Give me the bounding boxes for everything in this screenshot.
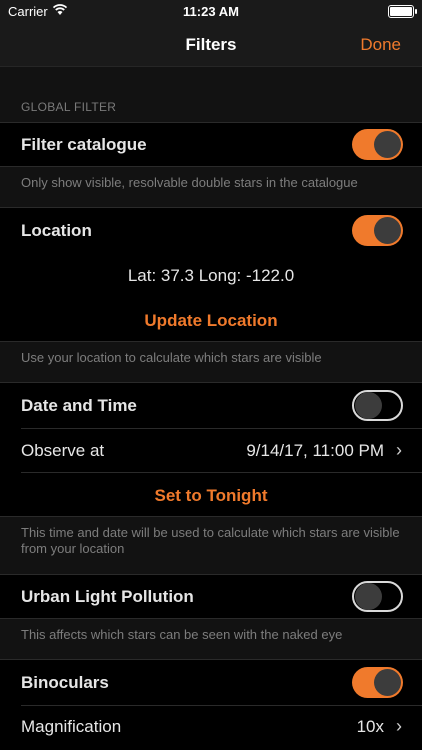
location-toggle[interactable] [352,215,403,246]
date-time-toggle[interactable] [352,390,403,421]
location-footer: Use your location to calculate which sta… [21,350,322,365]
separator [0,516,422,517]
magnification-label: Magnification [21,717,122,736]
binoculars-label: Binoculars [21,673,109,692]
binoculars-section: Binoculars Magnification 10x › [0,660,422,750]
filter-catalogue-toggle[interactable] [352,129,403,160]
binoculars-toggle[interactable] [352,667,403,698]
observe-at-label: Observe at [21,441,105,460]
date-time-section: Date and Time Observe at 9/14/17, 11:00 … [0,383,422,516]
chevron-right-icon[interactable]: › [396,440,402,461]
location-label: Location [21,221,92,240]
separator [0,341,422,342]
magnification-value[interactable]: 10x [357,717,384,737]
light-pollution-row: Urban Light Pollution [0,575,422,618]
chevron-right-icon[interactable]: › [396,716,402,737]
filter-catalogue-footer: Only show visible, resolvable double sta… [21,175,358,190]
separator [21,472,422,473]
done-button[interactable]: Done [360,35,401,55]
date-time-label: Date and Time [21,396,137,415]
light-pollution-label: Urban Light Pollution [21,587,194,606]
navigation-bar: Filters Done [0,24,422,67]
location-section: Location Lat: 37.3 Long: -122.0 Update L… [0,208,422,341]
status-bar: Carrier 11:23 AM [0,0,422,24]
observe-at-value[interactable]: 9/14/17, 11:00 PM [246,441,384,461]
battery-icon [388,5,417,18]
separator [21,428,422,429]
light-pollution-footer: This affects which stars can be seen wit… [21,627,343,642]
section-header-global-filter: GLOBAL FILTER [21,100,117,114]
separator [21,705,422,706]
status-time: 11:23 AM [183,4,239,19]
light-pollution-toggle[interactable] [352,581,403,612]
update-location-button[interactable]: Update Location [0,311,422,331]
separator [0,618,422,619]
date-time-footer: This time and date will be used to calcu… [21,525,400,556]
separator [0,166,422,167]
set-to-tonight-button[interactable]: Set to Tonight [0,486,422,506]
filter-catalogue-label: Filter catalogue [21,135,147,154]
location-coordinates: Lat: 37.3 Long: -122.0 [127,266,295,285]
filter-catalogue-row: Filter catalogue [0,123,422,166]
page-title: Filters [185,35,237,54]
